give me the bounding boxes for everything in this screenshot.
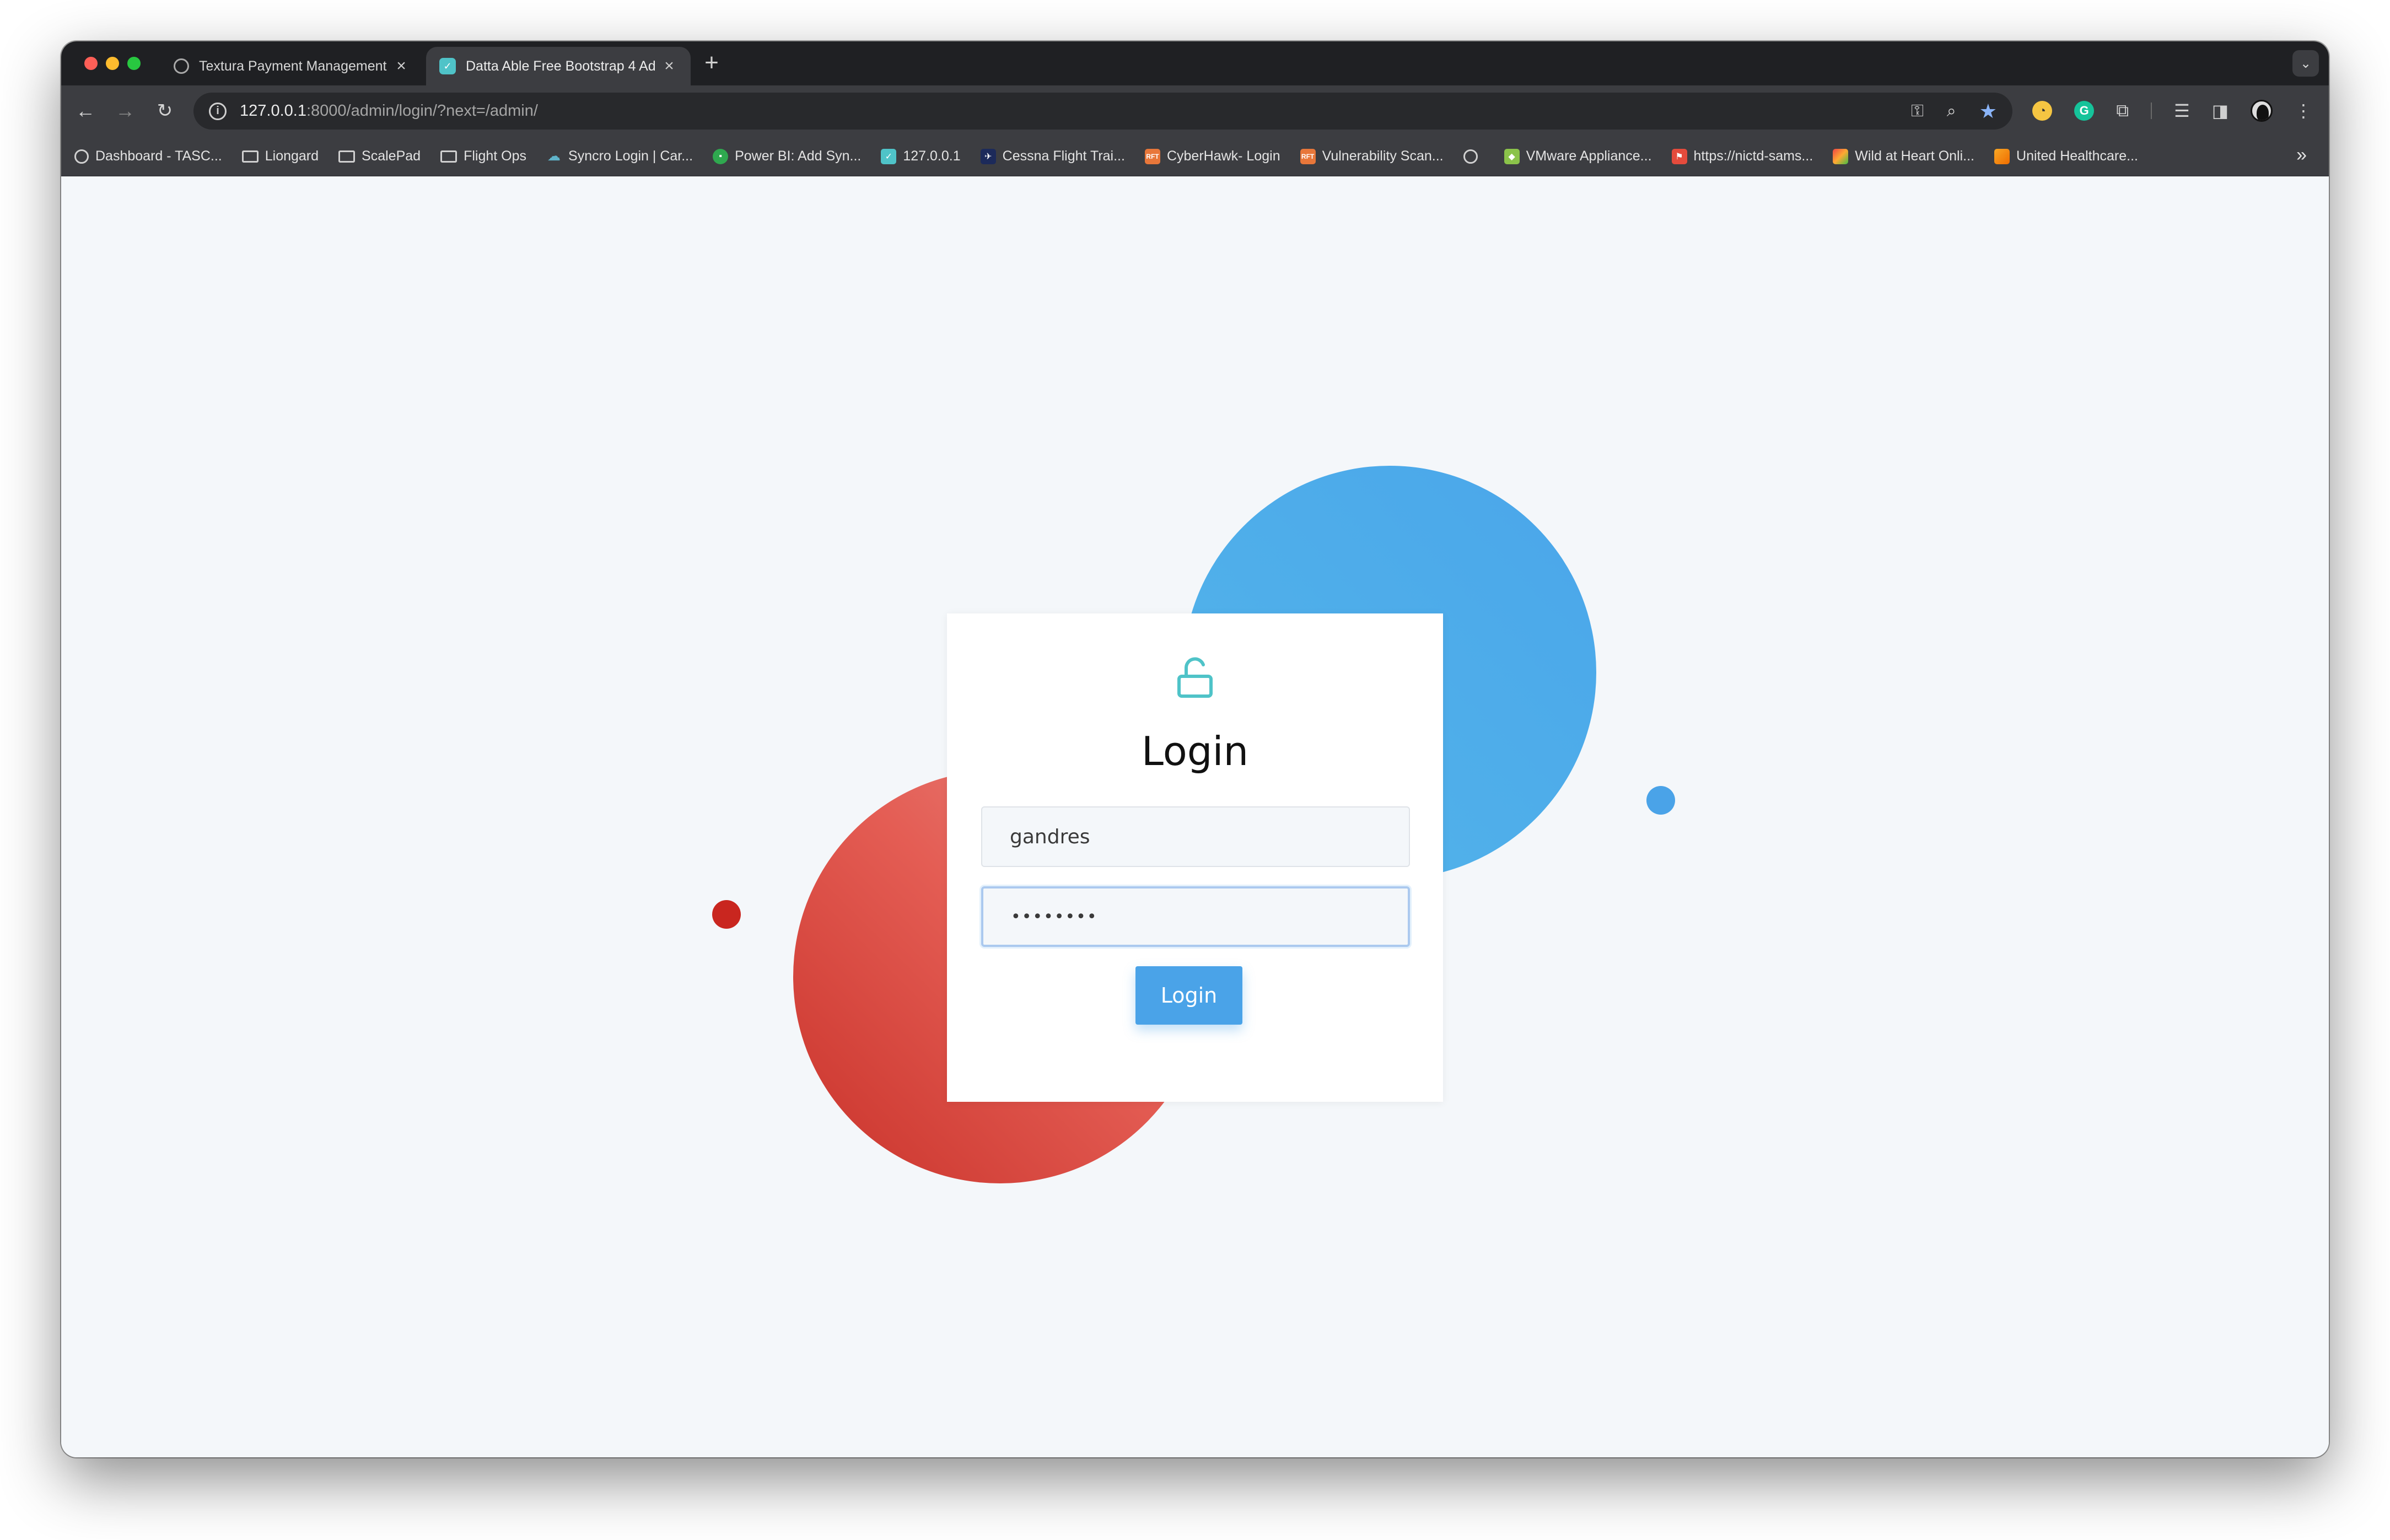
- close-tab-icon[interactable]: ×: [393, 57, 410, 76]
- toolbar-divider: [2151, 103, 2152, 119]
- bookmark-label: ScalePad: [362, 148, 421, 164]
- nictd-icon: ⚑: [1671, 148, 1687, 164]
- url-host: 127.0.0.1: [240, 102, 306, 120]
- reload-button[interactable]: ↻: [149, 95, 180, 126]
- extensions-puzzle-icon[interactable]: ⧉: [2116, 100, 2129, 121]
- bookmark-power-bi[interactable]: ▪ Power BI: Add Syn...: [713, 148, 861, 164]
- wild-icon: [1833, 148, 1849, 164]
- login-card: Login Login: [947, 613, 1443, 1102]
- uhc-icon: [1994, 148, 2010, 164]
- arrow-left-icon: ←: [76, 99, 95, 122]
- login-button[interactable]: Login: [1135, 966, 1242, 1025]
- textura-favicon-icon: [174, 58, 189, 74]
- vmware-icon: ◆: [1504, 148, 1520, 164]
- folder-icon: [440, 150, 457, 163]
- maximize-window-button[interactable]: [127, 57, 141, 70]
- bookmark-flight-ops[interactable]: Flight Ops: [440, 148, 526, 164]
- browser-window: Textura Payment Management × ✓ Datta Abl…: [61, 41, 2329, 1457]
- more-menu-icon[interactable]: ⋮: [2295, 100, 2312, 121]
- bookmark-liongard[interactable]: Liongard: [241, 148, 319, 164]
- bookmarks-bar: Dashboard - TASC... Liongard ScalePad Fl…: [61, 137, 2329, 176]
- bookmark-united-healthcare[interactable]: United Healthcare...: [1994, 148, 2138, 164]
- bookmark-label: Liongard: [265, 148, 319, 164]
- bookmark-label: United Healthcare...: [2016, 148, 2138, 164]
- close-tab-icon[interactable]: ×: [661, 57, 677, 76]
- unlock-icon: [1177, 657, 1213, 698]
- tab-datta-able[interactable]: ✓ Datta Able Free Bootstrap 4 Admin ×: [426, 47, 691, 85]
- page-content: Login Login: [61, 176, 2329, 1457]
- cessna-icon: ✈: [980, 148, 996, 164]
- address-bar[interactable]: i 127.0.0.1:8000/admin/login/?next=/admi…: [193, 93, 2012, 130]
- decorative-blue-dot: [1646, 786, 1675, 815]
- side-panel-icon[interactable]: ◨: [2212, 100, 2228, 121]
- bookmark-label: Vulnerability Scan...: [1322, 148, 1444, 164]
- site-info-icon[interactable]: i: [209, 102, 227, 120]
- close-window-button[interactable]: [84, 57, 98, 70]
- minimize-window-button[interactable]: [106, 57, 119, 70]
- bookmark-label: Power BI: Add Syn...: [735, 148, 862, 164]
- bookmark-globe[interactable]: [1463, 149, 1484, 164]
- new-tab-button[interactable]: +: [695, 49, 728, 77]
- tab-title: Textura Payment Management: [199, 58, 387, 74]
- folder-icon: [241, 150, 259, 163]
- bookmark-star-icon[interactable]: ★: [1979, 100, 1997, 123]
- rft-icon: RFT: [1300, 148, 1316, 164]
- arrow-right-icon: →: [115, 99, 135, 122]
- syncro-icon: ☁: [547, 149, 561, 164]
- password-input[interactable]: [981, 886, 1410, 947]
- globe-icon: [1463, 149, 1478, 164]
- bookmark-wild-at-heart[interactable]: Wild at Heart Onli...: [1833, 148, 1974, 164]
- bookmark-localhost[interactable]: ✓ 127.0.0.1: [881, 148, 961, 164]
- bookmark-label: Cessna Flight Trai...: [1002, 148, 1125, 164]
- rft-icon: RFT: [1144, 148, 1160, 164]
- profile-avatar[interactable]: [2251, 100, 2273, 122]
- bookmark-cessna[interactable]: ✈ Cessna Flight Trai...: [980, 148, 1125, 164]
- bookmark-label: https://nictd-sams...: [1693, 148, 1813, 164]
- bookmarks-overflow-icon[interactable]: »: [2296, 144, 2307, 166]
- forward-button[interactable]: →: [110, 95, 141, 126]
- bookmark-dashboard-tasc[interactable]: Dashboard - TASC...: [74, 148, 222, 164]
- decorative-red-dot: [712, 900, 741, 929]
- bookmark-label: Syncro Login | Car...: [568, 148, 693, 164]
- bookmark-vmware[interactable]: ◆ VMware Appliance...: [1504, 148, 1652, 164]
- bookmark-label: 127.0.0.1: [903, 148, 961, 164]
- bookmark-label: Flight Ops: [464, 148, 527, 164]
- globe-icon: [74, 149, 89, 164]
- powerbi-icon: ▪: [713, 148, 729, 164]
- bookmark-label: Dashboard - TASC...: [95, 148, 222, 164]
- bookmark-vulnerability-scan[interactable]: RFT Vulnerability Scan...: [1300, 148, 1444, 164]
- toolbar-actions: ◔ G ⧉ ☰ ◨ ⋮: [2032, 95, 2312, 126]
- bookmark-label: Wild at Heart Onli...: [1855, 148, 1975, 164]
- url-path: :8000/admin/login/?next=/admin/: [306, 102, 538, 120]
- url-text[interactable]: 127.0.0.1:8000/admin/login/?next=/admin/: [240, 102, 538, 120]
- username-input[interactable]: [981, 806, 1410, 867]
- login-title: Login: [1141, 728, 1249, 774]
- bookmark-cyberhawk[interactable]: RFT CyberHawk- Login: [1144, 148, 1280, 164]
- back-button[interactable]: ←: [70, 95, 101, 126]
- password-key-icon[interactable]: ⚿: [1911, 102, 1924, 121]
- zoom-icon[interactable]: ⌕: [1947, 102, 1956, 121]
- grammarly-icon[interactable]: G: [2074, 101, 2095, 121]
- extension-icon[interactable]: ◔: [2032, 101, 2053, 121]
- reload-icon: ↻: [157, 100, 173, 121]
- bookmark-label: VMware Appliance...: [1526, 148, 1652, 164]
- tab-strip: Textura Payment Management × ✓ Datta Abl…: [61, 41, 2329, 85]
- datta-icon: ✓: [881, 148, 897, 164]
- datta-favicon-icon: ✓: [439, 58, 456, 74]
- tab-title: Datta Able Free Bootstrap 4 Admin: [466, 58, 655, 74]
- tab-textura[interactable]: Textura Payment Management ×: [160, 47, 423, 85]
- toolbar: ← → ↻ i 127.0.0.1:8000/admin/login/?next…: [61, 85, 2329, 137]
- bookmark-syncro[interactable]: ☁ Syncro Login | Car...: [546, 148, 693, 164]
- bookmark-scalepad[interactable]: ScalePad: [338, 148, 421, 164]
- bookmark-nictd[interactable]: ⚑ https://nictd-sams...: [1671, 148, 1813, 164]
- folder-icon: [338, 150, 356, 163]
- reading-list-icon[interactable]: ☰: [2174, 100, 2190, 121]
- chevron-down-icon: ⌄: [2300, 56, 2312, 71]
- bookmark-label: CyberHawk- Login: [1166, 148, 1280, 164]
- tab-search-button[interactable]: ⌄: [2292, 50, 2319, 77]
- omnibox-actions: ⚿ ⌕ ★: [1911, 93, 1997, 130]
